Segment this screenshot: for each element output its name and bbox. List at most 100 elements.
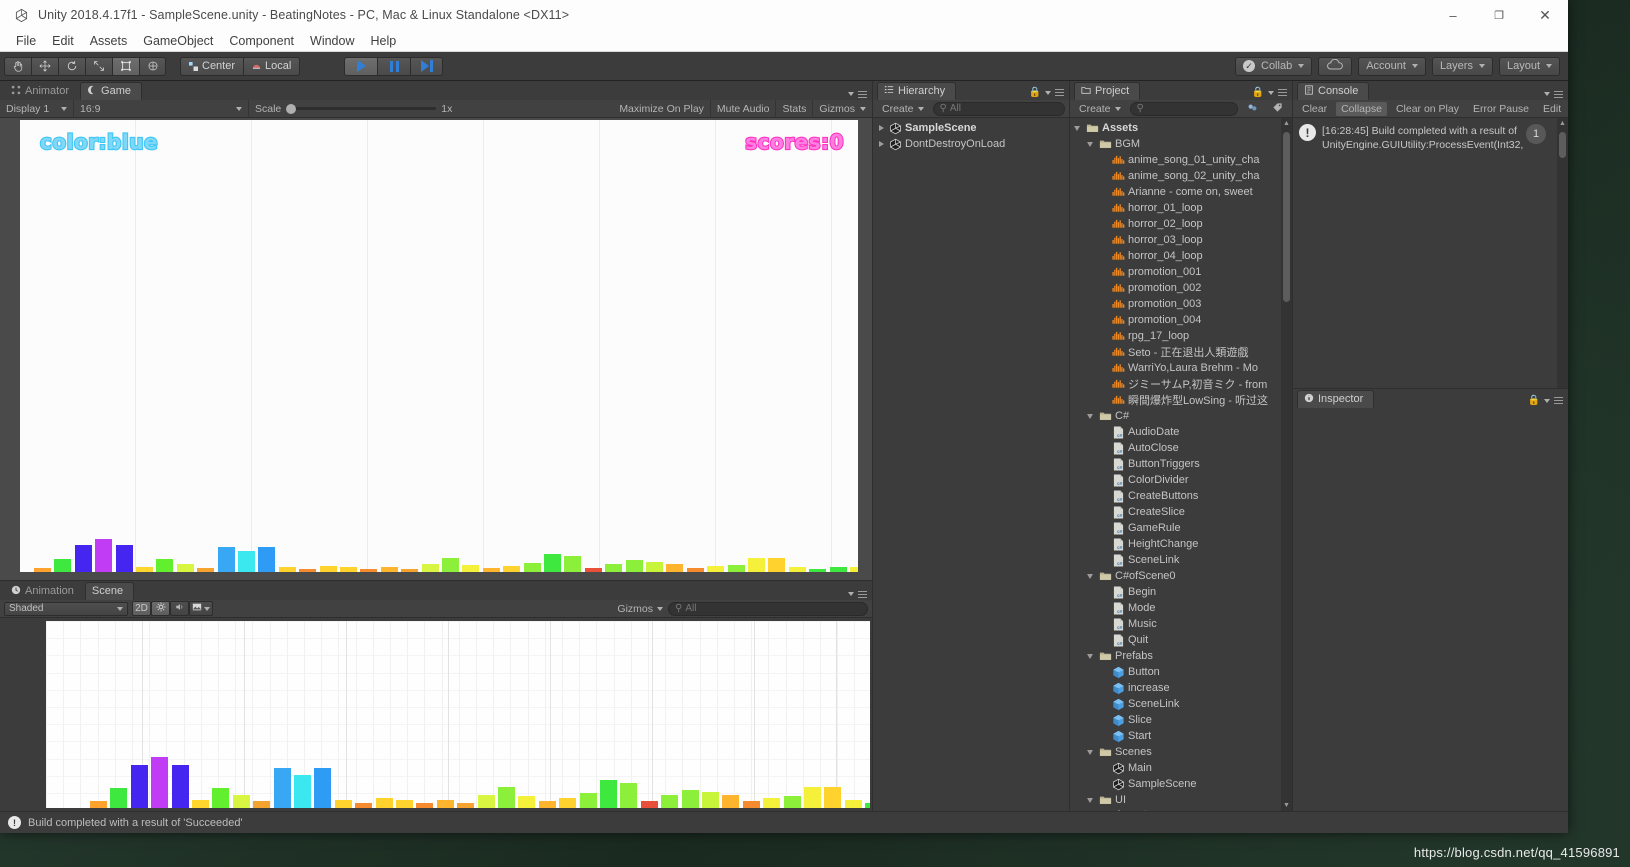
hierarchy-panel-menu-button[interactable]: 🔒 bbox=[1029, 87, 1069, 100]
filter-by-label-button[interactable] bbox=[1267, 101, 1288, 117]
project-panel-menu-button[interactable]: 🔒 bbox=[1252, 87, 1292, 100]
tree-row[interactable]: BGM bbox=[1070, 136, 1281, 152]
tree-row[interactable]: c# GameRule bbox=[1070, 520, 1281, 536]
scale-slider-group[interactable]: Scale 1x bbox=[249, 100, 458, 118]
lock-icon[interactable]: 🔒 bbox=[1252, 87, 1264, 98]
scroll-up-arrow[interactable]: ▲ bbox=[1281, 118, 1292, 129]
maximize-button[interactable]: ❐ bbox=[1476, 0, 1522, 30]
tree-row[interactable]: c# ButtonTriggers bbox=[1070, 456, 1281, 472]
chevron-down-icon[interactable] bbox=[1087, 412, 1096, 421]
play-button[interactable] bbox=[344, 56, 378, 76]
tree-row[interactable]: Scenes bbox=[1070, 744, 1281, 760]
maximize-on-play-button[interactable]: Maximize On Play bbox=[613, 99, 711, 118]
pause-button[interactable] bbox=[377, 56, 411, 76]
menu-item-assets[interactable]: Assets bbox=[82, 32, 136, 50]
tree-row[interactable]: horror_04_loop bbox=[1070, 248, 1281, 264]
chevron-down-icon[interactable] bbox=[1087, 748, 1096, 757]
rotate-tool-button[interactable] bbox=[58, 56, 85, 76]
aspect-dropdown[interactable]: 16:9 bbox=[74, 99, 249, 118]
tree-row[interactable]: c# Music bbox=[1070, 616, 1281, 632]
tree-row[interactable]: c# AutoClose bbox=[1070, 440, 1281, 456]
lock-icon[interactable]: 🔒 bbox=[1528, 395, 1540, 406]
console-edit-button[interactable]: Edit bbox=[1538, 102, 1566, 116]
game-panel-menu-button[interactable] bbox=[848, 90, 872, 101]
project-search-input[interactable]: ⚲ bbox=[1129, 101, 1238, 116]
tab-hierarchy[interactable]: Hierarchy bbox=[877, 82, 957, 100]
chevron-down-icon[interactable] bbox=[1087, 652, 1096, 661]
rect-tool-button[interactable] bbox=[112, 56, 139, 76]
scroll-down-arrow[interactable]: ▼ bbox=[1281, 800, 1292, 811]
menu-item-file[interactable]: File bbox=[8, 32, 44, 50]
scene-canvas[interactable] bbox=[46, 621, 870, 808]
tree-row[interactable]: UI bbox=[1070, 792, 1281, 808]
scene-panel-menu-button[interactable] bbox=[848, 590, 872, 601]
console-panel-menu-button[interactable] bbox=[1544, 90, 1568, 101]
chevron-down-icon[interactable] bbox=[1087, 796, 1096, 805]
scale-slider-knob[interactable] bbox=[286, 103, 297, 114]
display-dropdown[interactable]: Display 1 bbox=[0, 99, 74, 118]
console-collapse-button[interactable]: Collapse bbox=[1336, 101, 1387, 116]
chevron-right-icon[interactable] bbox=[877, 124, 886, 133]
chevron-right-icon[interactable] bbox=[877, 140, 886, 149]
tree-row[interactable]: Slice bbox=[1070, 712, 1281, 728]
tree-row[interactable]: horror_03_loop bbox=[1070, 232, 1281, 248]
tree-row[interactable]: c# HeightChange bbox=[1070, 536, 1281, 552]
tree-row[interactable]: DontDestroyOnLoad bbox=[873, 136, 1069, 152]
tree-row[interactable]: C# bbox=[1070, 408, 1281, 424]
tree-row[interactable]: ジミーサムP,初音ミク - from bbox=[1070, 376, 1281, 392]
tree-row[interactable]: c# Begin bbox=[1070, 584, 1281, 600]
tree-row[interactable]: SampleScene bbox=[1070, 776, 1281, 792]
tab-inspector[interactable]: Inspector bbox=[1297, 390, 1375, 408]
menu-item-gameobject[interactable]: GameObject bbox=[135, 32, 221, 50]
tree-row[interactable]: promotion_001 bbox=[1070, 264, 1281, 280]
layers-button[interactable]: Layers bbox=[1431, 56, 1493, 76]
audio-toggle-button[interactable] bbox=[170, 601, 189, 616]
move-tool-button[interactable] bbox=[31, 56, 58, 76]
scale-tool-button[interactable] bbox=[85, 56, 112, 76]
tree-row[interactable]: WarriYo,Laura Brehm - Mo bbox=[1070, 360, 1281, 376]
chevron-down-icon[interactable] bbox=[1087, 572, 1096, 581]
minimize-button[interactable]: – bbox=[1430, 0, 1476, 30]
tree-row[interactable]: Arianne - come on, sweet bbox=[1070, 184, 1281, 200]
tab-scene[interactable]: Scene bbox=[84, 582, 135, 600]
tree-row[interactable]: SceneLink bbox=[1070, 696, 1281, 712]
hierarchy-search-input[interactable]: ⚲ All bbox=[932, 101, 1065, 116]
tree-row[interactable]: c# Mode bbox=[1070, 600, 1281, 616]
account-button[interactable]: Account bbox=[1358, 56, 1426, 76]
tree-row[interactable]: SampleScene bbox=[873, 120, 1069, 136]
project-create-button[interactable]: Create bbox=[1074, 102, 1126, 116]
tab-animator[interactable]: Animator bbox=[4, 82, 81, 100]
close-button[interactable]: ✕ bbox=[1522, 0, 1568, 30]
menu-item-help[interactable]: Help bbox=[362, 32, 404, 50]
tab-game[interactable]: Game bbox=[80, 82, 142, 100]
menu-item-edit[interactable]: Edit bbox=[44, 32, 82, 50]
tree-row[interactable]: Seto - 正在退出人類遊戲 bbox=[1070, 344, 1281, 360]
tree-row[interactable]: c# SceneLink bbox=[1070, 552, 1281, 568]
hand-tool-button[interactable] bbox=[4, 56, 31, 76]
menu-item-window[interactable]: Window bbox=[302, 32, 362, 50]
pivot-mode-button[interactable]: Center bbox=[180, 56, 244, 76]
console-clear-button[interactable]: Clear bbox=[1297, 102, 1332, 116]
stats-button[interactable]: Stats bbox=[776, 99, 814, 118]
mute-audio-button[interactable]: Mute Audio bbox=[711, 99, 777, 118]
game-canvas[interactable]: color:blue scores:0 bbox=[20, 120, 858, 572]
tree-row[interactable]: 瞬間爆炸型LowSing - 听过这 bbox=[1070, 392, 1281, 408]
tree-row[interactable]: Prefabs bbox=[1070, 648, 1281, 664]
cloud-button[interactable] bbox=[1318, 56, 1353, 76]
step-button[interactable] bbox=[410, 56, 444, 76]
tree-row[interactable]: c# Quit bbox=[1070, 632, 1281, 648]
menu-item-component[interactable]: Component bbox=[221, 32, 302, 50]
chevron-down-icon[interactable] bbox=[1074, 124, 1083, 133]
console-clear-on-play-button[interactable]: Clear on Play bbox=[1391, 102, 1464, 116]
console-scroll-thumb[interactable] bbox=[1559, 132, 1566, 158]
effects-toggle-button[interactable] bbox=[189, 601, 213, 616]
tree-row[interactable]: promotion_004 bbox=[1070, 312, 1281, 328]
lock-icon[interactable]: 🔒 bbox=[1029, 87, 1041, 98]
scene-gizmos-button[interactable]: Gizmos bbox=[612, 602, 668, 616]
tree-row[interactable]: 图片2 bbox=[1070, 808, 1281, 811]
tree-row[interactable]: promotion_002 bbox=[1070, 280, 1281, 296]
tree-row[interactable]: c# CreateSlice bbox=[1070, 504, 1281, 520]
tree-row[interactable]: c# ColorDivider bbox=[1070, 472, 1281, 488]
tree-row[interactable]: Button bbox=[1070, 664, 1281, 680]
transform-tool-button[interactable] bbox=[139, 56, 166, 76]
